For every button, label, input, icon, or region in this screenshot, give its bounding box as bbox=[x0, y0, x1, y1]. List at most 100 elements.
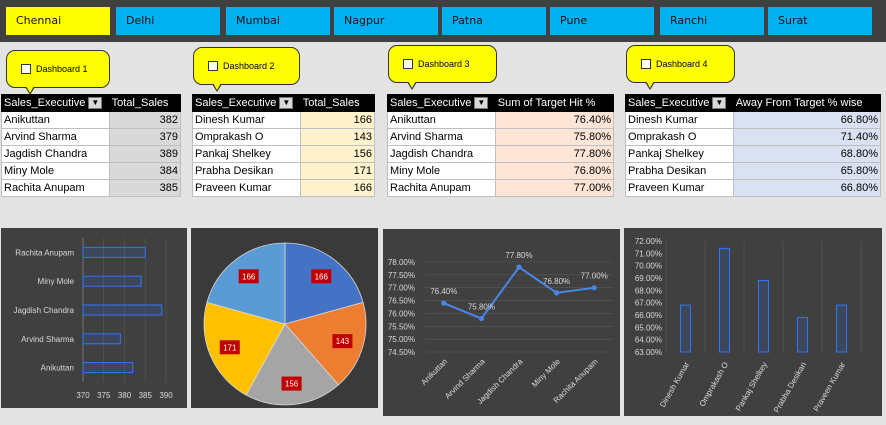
x-tick-label: Miny Mole bbox=[530, 357, 563, 390]
total-sales-table-2: Sales_Executive ▼ Total_Sales Dinesh Kumar 1… bbox=[192, 94, 376, 197]
dashboard-4-button[interactable]: Dashboard 4 bbox=[626, 45, 735, 90]
header-value: Total_Sales bbox=[108, 94, 182, 112]
x-tick-label: 370 bbox=[76, 391, 90, 400]
cell-name[interactable]: Miny Mole bbox=[1, 162, 110, 180]
dashboard-1-checkbox[interactable] bbox=[21, 64, 31, 74]
sales-pie-chart: 166 143 156 171 166 bbox=[203, 242, 367, 406]
dashboard-2-checkbox[interactable] bbox=[208, 61, 218, 71]
cell-name[interactable]: Omprakash O bbox=[625, 128, 734, 146]
cell-name[interactable]: Pankaj Shelkey bbox=[192, 145, 301, 163]
cell-value[interactable]: 156 bbox=[299, 145, 376, 163]
table-row: Prabha Desikan 171 bbox=[192, 162, 376, 180]
sales-bar-chart-panel: 370 375 380 385 390 Anikuttan Arvind Sharma Jag… bbox=[1, 228, 187, 408]
cell-name[interactable]: Praveen Kumar bbox=[625, 179, 734, 197]
x-tick-label: Praveen Kumar bbox=[812, 360, 848, 413]
cell-name[interactable]: Rachita Anupam bbox=[387, 179, 496, 197]
data-label: 75.80% bbox=[468, 303, 495, 312]
cell-value[interactable]: 379 bbox=[108, 128, 182, 146]
dashboard-2-label: Dashboard 2 bbox=[223, 61, 275, 71]
tab-nagpur[interactable]: Nagpur bbox=[334, 7, 438, 35]
table-row: Arvind Sharma 75.80% bbox=[387, 128, 615, 146]
dashboard-2-button[interactable]: Dashboard 2 bbox=[193, 47, 300, 92]
table-row: Rachita Anupam 385 bbox=[1, 179, 182, 197]
cell-name[interactable]: Anikuttan bbox=[387, 111, 496, 129]
cell-name[interactable]: Dinesh Kumar bbox=[625, 111, 734, 129]
x-tick-label: Pankaj Shelkey bbox=[734, 361, 769, 413]
tab-chennai[interactable]: Chennai bbox=[6, 7, 110, 35]
x-tick-label: Anikuttan bbox=[419, 357, 449, 387]
bar bbox=[719, 247, 730, 353]
cell-value[interactable]: 166 bbox=[299, 111, 376, 129]
cell-name[interactable]: Miny Mole bbox=[387, 162, 496, 180]
tab-mumbai[interactable]: Mumbai bbox=[226, 7, 330, 35]
dashboard-1-button[interactable]: Dashboard 1 bbox=[6, 50, 110, 95]
cell-name[interactable]: Prabha Desikan bbox=[192, 162, 301, 180]
cell-name[interactable]: Rachita Anupam bbox=[1, 179, 110, 197]
cell-value[interactable]: 65.80% bbox=[732, 162, 882, 180]
cell-name[interactable]: Prabha Desikan bbox=[625, 162, 734, 180]
cell-value[interactable]: 76.80% bbox=[494, 162, 615, 180]
data-point bbox=[554, 290, 560, 296]
cell-name[interactable]: Anikuttan bbox=[1, 111, 110, 129]
cell-value[interactable]: 66.80% bbox=[732, 111, 882, 129]
bar bbox=[680, 304, 691, 353]
cell-value[interactable]: 389 bbox=[108, 145, 182, 163]
cell-value[interactable]: 66.80% bbox=[732, 179, 882, 197]
tab-surat[interactable]: Surat bbox=[768, 7, 872, 35]
y-tick-label: 71.00% bbox=[635, 249, 662, 258]
cell-name[interactable]: Pankaj Shelkey bbox=[625, 145, 734, 163]
filter-dropdown-icon[interactable]: ▼ bbox=[279, 97, 294, 110]
cell-value[interactable]: 71.40% bbox=[732, 128, 882, 146]
data-label: 77.00% bbox=[581, 272, 608, 281]
filter-dropdown-icon[interactable]: ▼ bbox=[88, 97, 103, 110]
data-label: 76.40% bbox=[430, 287, 457, 296]
y-tick-label: 67.00% bbox=[635, 299, 662, 308]
table-row: Anikuttan 76.40% bbox=[387, 111, 615, 129]
away-target-bar-chart: 63.00% 64.00% 65.00% 66.00% 67.00% 68.00% 69.0… bbox=[635, 237, 862, 414]
bar bbox=[797, 316, 808, 353]
category-label: Arvind Sharma bbox=[21, 335, 74, 344]
category-label: Rachita Anupam bbox=[15, 248, 74, 257]
y-tick-label: 70.00% bbox=[635, 262, 662, 271]
filter-dropdown-icon[interactable]: ▼ bbox=[474, 97, 489, 110]
cell-value[interactable]: 166 bbox=[299, 179, 376, 197]
cell-value[interactable]: 382 bbox=[108, 111, 182, 129]
cell-value[interactable]: 385 bbox=[108, 179, 182, 197]
y-tick-label: 68.00% bbox=[635, 286, 662, 295]
cell-value[interactable]: 77.00% bbox=[494, 179, 615, 197]
cell-name[interactable]: Jagdish Chandra bbox=[387, 145, 496, 163]
cell-name[interactable]: Jagdish Chandra bbox=[1, 145, 110, 163]
cell-name[interactable]: Dinesh Kumar bbox=[192, 111, 301, 129]
dashboard-3-checkbox[interactable] bbox=[403, 59, 413, 69]
table-row: Prabha Desikan 65.80% bbox=[625, 162, 882, 180]
cell-value[interactable]: 68.80% bbox=[732, 145, 882, 163]
cell-value[interactable]: 143 bbox=[299, 128, 376, 146]
table-row: Pankaj Shelkey 68.80% bbox=[625, 145, 882, 163]
data-label: 166 bbox=[242, 272, 256, 281]
cell-value[interactable]: 77.80% bbox=[494, 145, 615, 163]
tab-delhi[interactable]: Delhi bbox=[116, 7, 220, 35]
cell-value[interactable]: 76.40% bbox=[494, 111, 615, 129]
table-row: Arvind Sharma 379 bbox=[1, 128, 182, 146]
tab-patna[interactable]: Patna bbox=[442, 7, 546, 35]
cell-name[interactable]: Arvind Sharma bbox=[387, 128, 496, 146]
cell-name[interactable]: Arvind Sharma bbox=[1, 128, 110, 146]
cell-name[interactable]: Praveen Kumar bbox=[192, 179, 301, 197]
tab-ranchi[interactable]: Ranchi bbox=[660, 7, 764, 35]
bar bbox=[758, 279, 769, 353]
dashboard-1-label: Dashboard 1 bbox=[36, 64, 88, 74]
cell-value[interactable]: 171 bbox=[299, 162, 376, 180]
y-tick-label: 72.00% bbox=[635, 237, 662, 246]
cell-value[interactable]: 384 bbox=[108, 162, 182, 180]
y-tick-label: 65.00% bbox=[635, 323, 662, 332]
cell-name[interactable]: Omprakash O bbox=[192, 128, 301, 146]
total-sales-table-1: Sales_Executive ▼ Total_Sales Anikuttan 382 A… bbox=[1, 94, 182, 197]
bar bbox=[82, 333, 121, 345]
dashboard-3-button[interactable]: Dashboard 3 bbox=[388, 45, 497, 90]
table-row: Omprakash O 71.40% bbox=[625, 128, 882, 146]
filter-dropdown-icon[interactable]: ▼ bbox=[712, 97, 727, 110]
dashboard-4-checkbox[interactable] bbox=[641, 59, 651, 69]
tab-pune[interactable]: Pune bbox=[550, 7, 654, 35]
bar bbox=[82, 362, 134, 374]
cell-value[interactable]: 75.80% bbox=[494, 128, 615, 146]
